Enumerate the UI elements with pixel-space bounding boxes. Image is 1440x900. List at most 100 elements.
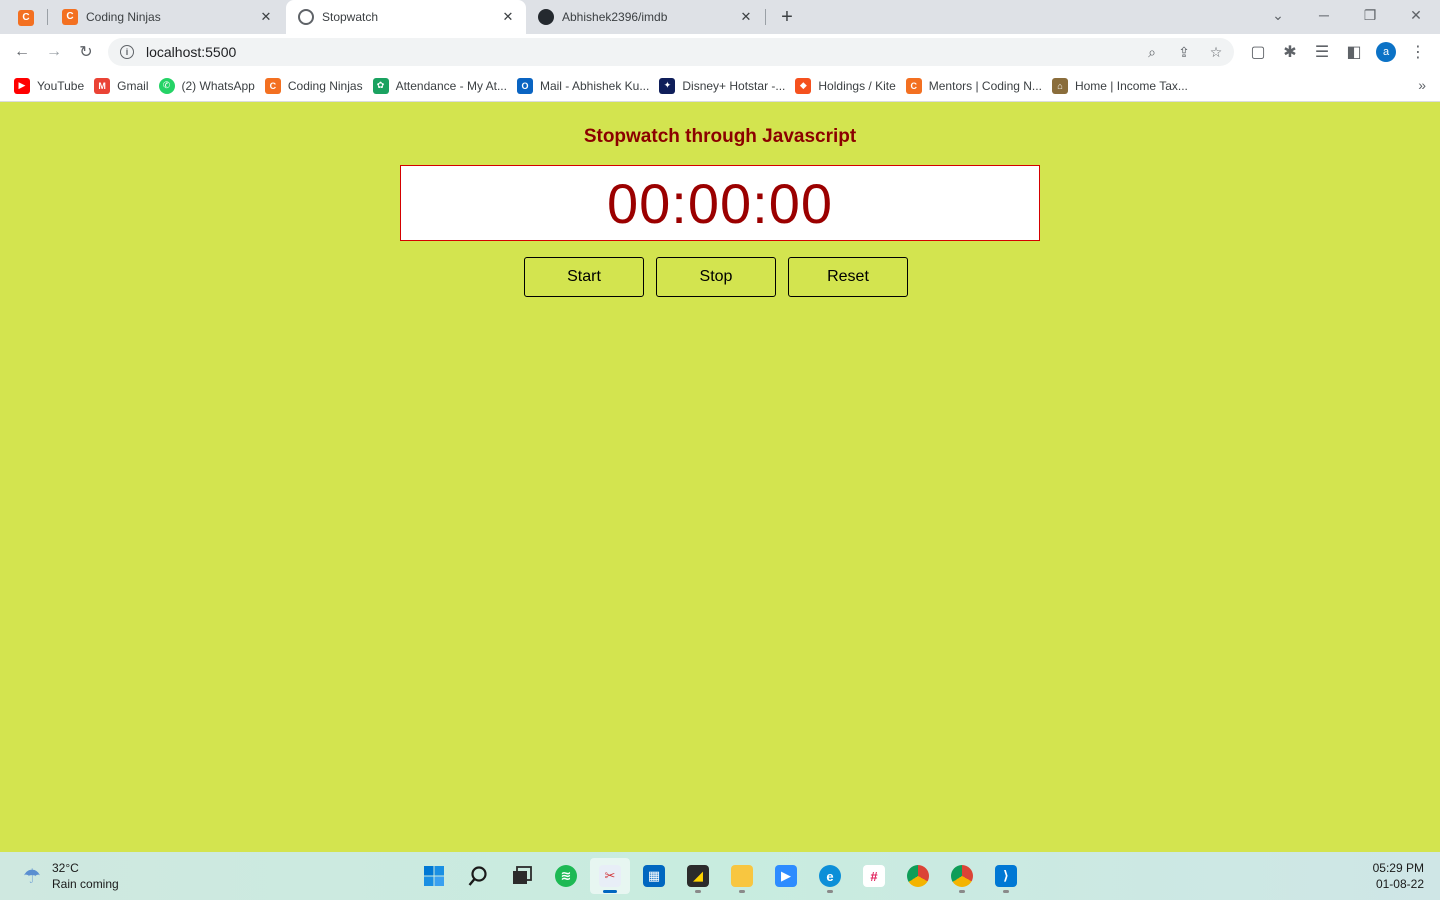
media-control-button[interactable]: ☰ <box>1310 40 1334 64</box>
stop-button[interactable]: Stop <box>656 257 776 297</box>
coding-ninjas-icon: C <box>264 77 281 94</box>
vscode-icon: ⟩ <box>995 865 1017 887</box>
whatsapp-icon: ✆ <box>158 77 175 94</box>
bookmarks-bar: ▶ YouTube M Gmail ✆ (2) WhatsApp C Codin… <box>0 70 1440 102</box>
share-icon[interactable]: ⇪ <box>1172 40 1196 64</box>
bookmark-attendance[interactable]: ✿ Attendance - My At... <box>371 73 515 99</box>
plus-icon: + <box>781 5 793 28</box>
running-indicator <box>1003 890 1009 893</box>
menu-button[interactable]: ⋮ <box>1406 40 1430 64</box>
search-icon <box>468 866 487 886</box>
microsoft-store-icon: ▦ <box>643 865 665 887</box>
bookmark-label: Coding Ninjas <box>287 78 363 93</box>
snipping-tool-app[interactable]: ✂ <box>590 858 630 894</box>
weather-widget[interactable]: ☂ 32°C Rain coming <box>20 860 119 892</box>
slack-icon: # <box>863 865 885 887</box>
microsoft-store-app[interactable]: ▦ <box>634 858 674 894</box>
file-explorer-app[interactable] <box>722 858 762 894</box>
running-indicator <box>603 890 617 893</box>
bookmark-label: Mentors | Coding N... <box>928 78 1042 93</box>
close-icon[interactable]: ✕ <box>258 9 274 25</box>
system-clock[interactable]: 05:29 PM 01-08-22 <box>1373 860 1424 892</box>
back-button[interactable]: ← <box>10 40 34 64</box>
bookmark-coding-ninjas[interactable]: C Coding Ninjas <box>263 73 371 99</box>
extension-icon[interactable]: ▢ <box>1246 40 1270 64</box>
tab-separator <box>765 9 766 25</box>
bookmark-hotstar[interactable]: ✦ Disney+ Hotstar -... <box>657 73 793 99</box>
reload-button[interactable]: ↻ <box>74 40 98 64</box>
spotify-app[interactable]: ≋ <box>546 858 586 894</box>
start-button[interactable]: Start <box>524 257 644 297</box>
bookmark-income-tax[interactable]: ⌂ Home | Income Tax... <box>1050 73 1196 99</box>
clock-time: 05:29 PM <box>1372 861 1424 875</box>
task-view-button[interactable] <box>502 858 542 894</box>
tab-stopwatch[interactable]: Stopwatch ✕ <box>286 0 526 34</box>
umbrella-rain-icon: ☂ <box>23 865 41 888</box>
gmail-icon: M <box>94 77 111 94</box>
income-tax-icon: ⌂ <box>1051 77 1068 94</box>
arrow-right-icon: → <box>46 43 62 60</box>
zoom-app[interactable]: ▶ <box>766 858 806 894</box>
edge-icon: e <box>819 865 841 887</box>
minimize-button[interactable]: ─ <box>1312 4 1336 26</box>
address-bar[interactable]: i localhost:5500 ⌕ ⇪ ☆ <box>108 38 1234 66</box>
coding-ninjas-icon: C <box>905 77 922 94</box>
puzzle-icon: ✱ <box>1283 44 1297 61</box>
chevron-double-right-icon[interactable]: » <box>1418 77 1426 93</box>
reset-button[interactable]: Reset <box>788 257 908 297</box>
side-panel-button[interactable]: ◧ <box>1342 40 1366 64</box>
edge-app[interactable]: e <box>810 858 850 894</box>
globe-icon <box>298 9 314 25</box>
chevron-down-icon: ⌄ <box>1272 6 1284 23</box>
forward-button[interactable]: → <box>42 40 66 64</box>
close-icon: ✕ <box>1410 6 1422 23</box>
sticky-notes-app[interactable]: ◢ <box>678 858 718 894</box>
kebab-menu-icon: ⋮ <box>1410 44 1426 61</box>
bookmark-mentors-coding-ninjas[interactable]: C Mentors | Coding N... <box>904 73 1050 99</box>
pinned-tab-coding-ninjas[interactable]: C <box>8 4 44 32</box>
tab-github-imdb[interactable]: Abhishek2396/imdb ✕ <box>526 0 764 34</box>
file-explorer-icon <box>731 865 753 887</box>
extensions-button[interactable]: ✱ <box>1278 40 1302 64</box>
chrome-profile-app[interactable] <box>942 858 982 894</box>
chrome-app[interactable] <box>898 858 938 894</box>
bookmark-whatsapp[interactable]: ✆ (2) WhatsApp <box>157 73 263 99</box>
bookmark-label: Attendance - My At... <box>395 78 507 93</box>
taskbar-search-button[interactable] <box>458 858 498 894</box>
bookmark-kite[interactable]: ◆ Holdings / Kite <box>793 73 903 99</box>
start-button[interactable] <box>414 858 454 894</box>
bookmark-outlook-mail[interactable]: O Mail - Abhishek Ku... <box>515 73 657 99</box>
tab-strip: C C Coding Ninjas ✕ Stopwatch ✕ Abhishek… <box>0 0 1440 34</box>
close-icon[interactable]: ✕ <box>738 9 754 25</box>
weather-desc: Rain coming <box>52 877 119 891</box>
running-indicator <box>959 890 965 893</box>
close-window-button[interactable]: ✕ <box>1404 4 1428 26</box>
tab-search-button[interactable]: ⌄ <box>1266 4 1290 26</box>
chrome-profile-icon <box>951 865 973 887</box>
coding-ninjas-icon: C <box>18 10 34 26</box>
star-icon[interactable]: ☆ <box>1204 40 1228 64</box>
stopwatch-display: 00:00:00 <box>400 165 1040 241</box>
youtube-icon: ▶ <box>14 77 30 94</box>
zoom-icon[interactable]: ⌕ <box>1140 40 1164 64</box>
bookmark-youtube[interactable]: ▶ YouTube <box>12 73 92 99</box>
close-icon[interactable]: ✕ <box>500 9 516 25</box>
slack-app[interactable]: # <box>854 858 894 894</box>
restore-button[interactable]: ❐ <box>1358 4 1382 26</box>
info-icon[interactable]: i <box>120 45 134 59</box>
bookmark-label: Mail - Abhishek Ku... <box>539 78 650 93</box>
vscode-app[interactable]: ⟩ <box>986 858 1026 894</box>
bookmark-gmail[interactable]: M Gmail <box>92 73 156 99</box>
tab-title: Coding Ninjas <box>86 10 161 24</box>
tab-coding-ninjas[interactable]: C Coding Ninjas ✕ <box>50 0 284 34</box>
spotify-icon: ≋ <box>555 865 577 887</box>
page-title: Stopwatch through Javascript <box>583 126 857 147</box>
restore-icon: ❐ <box>1363 6 1377 23</box>
profile-avatar[interactable]: a <box>1376 42 1396 62</box>
new-tab-button[interactable]: + <box>776 6 798 28</box>
taskbar-apps: ≋ ✂ ▦ ◢ ▶ e # ⟩ <box>414 858 1030 894</box>
running-indicator <box>695 890 701 893</box>
running-indicator <box>739 890 745 893</box>
sticky-notes-icon: ◢ <box>687 865 709 887</box>
tab-separator <box>47 9 48 25</box>
